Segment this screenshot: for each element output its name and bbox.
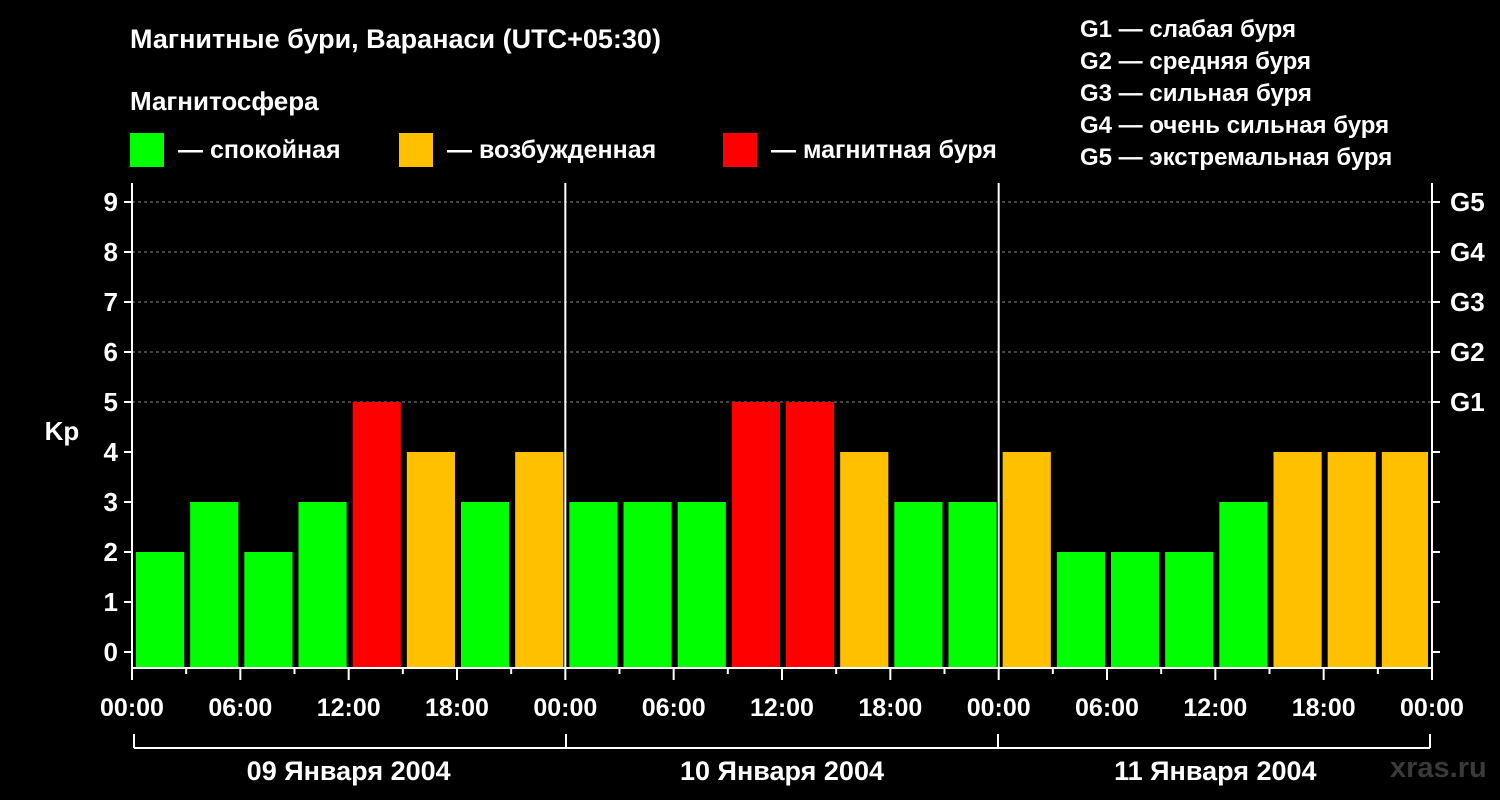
- g-axis-label-g5: G5: [1450, 187, 1485, 217]
- y-tick-label-1: 1: [104, 587, 118, 617]
- bar-0: [136, 552, 185, 668]
- g-axis-label-g2: G2: [1450, 337, 1485, 367]
- watermark: xras.ru: [1390, 752, 1487, 784]
- y-tick-label-5: 5: [104, 387, 118, 417]
- bar-23: [1381, 452, 1428, 668]
- x-tick-label-7: 18:00: [858, 694, 922, 722]
- day-label-2: 11 Января 2004: [1114, 756, 1316, 786]
- g-axis-label-g1: G1: [1450, 387, 1485, 417]
- day-label-0: 09 Января 2004: [247, 756, 451, 786]
- y-tick-label-9: 9: [104, 187, 118, 217]
- bar-8: [569, 502, 618, 668]
- x-tick-label-9: 06:00: [1075, 694, 1139, 722]
- bar-17: [1056, 552, 1105, 668]
- x-tick-label-3: 18:00: [425, 694, 489, 722]
- bar-4: [352, 402, 401, 668]
- bar-21: [1273, 452, 1322, 668]
- g-axis-label-g3: G3: [1450, 287, 1485, 317]
- y-tick-label-7: 7: [104, 287, 118, 317]
- bar-12: [786, 402, 835, 668]
- bar-7: [515, 452, 564, 668]
- bar-15: [948, 502, 997, 668]
- x-tick-label-8: 00:00: [967, 694, 1031, 722]
- bar-1: [190, 502, 239, 668]
- x-tick-label-11: 18:00: [1292, 694, 1356, 722]
- bar-16: [1002, 452, 1051, 668]
- x-tick-label-4: 00:00: [533, 694, 597, 722]
- y-tick-label-0: 0: [104, 637, 118, 667]
- y-axis-label: Kp: [45, 416, 80, 446]
- x-tick-label-12: 00:00: [1400, 694, 1464, 722]
- bar-9: [623, 502, 672, 668]
- x-tick-label-10: 12:00: [1183, 694, 1247, 722]
- bar-3: [298, 502, 347, 668]
- bar-11: [731, 402, 780, 668]
- y-tick-label-8: 8: [104, 237, 118, 267]
- kp-chart: 0 1 2 3 4 5 6 7 8 9 G1 G2 G3 G4 G5 Kp 00:00 06:00 12:00 18:…: [45, 183, 1485, 786]
- x-tick-label-6: 12:00: [750, 694, 814, 722]
- x-tick-label-0: 00:00: [100, 694, 164, 722]
- bar-5: [406, 452, 455, 668]
- y-tick-label-2: 2: [104, 537, 118, 567]
- g-axis-label-g4: G4: [1450, 237, 1485, 267]
- x-tick-label-1: 06:00: [208, 694, 272, 722]
- bar-13: [840, 452, 889, 668]
- bar-10: [677, 502, 726, 668]
- bar-19: [1165, 552, 1214, 668]
- y-tick-label-4: 4: [104, 437, 119, 467]
- x-tick-label-5: 06:00: [642, 694, 706, 722]
- bar-22: [1327, 452, 1376, 668]
- y-tick-label-6: 6: [104, 337, 118, 367]
- bar-14: [894, 502, 943, 668]
- bar-6: [461, 502, 510, 668]
- day-label-1: 10 Января 2004: [680, 756, 884, 786]
- y-tick-label-3: 3: [104, 487, 118, 517]
- bar-18: [1111, 552, 1160, 668]
- x-tick-label-2: 12:00: [317, 694, 381, 722]
- bar-20: [1219, 502, 1268, 668]
- bar-2: [244, 552, 293, 668]
